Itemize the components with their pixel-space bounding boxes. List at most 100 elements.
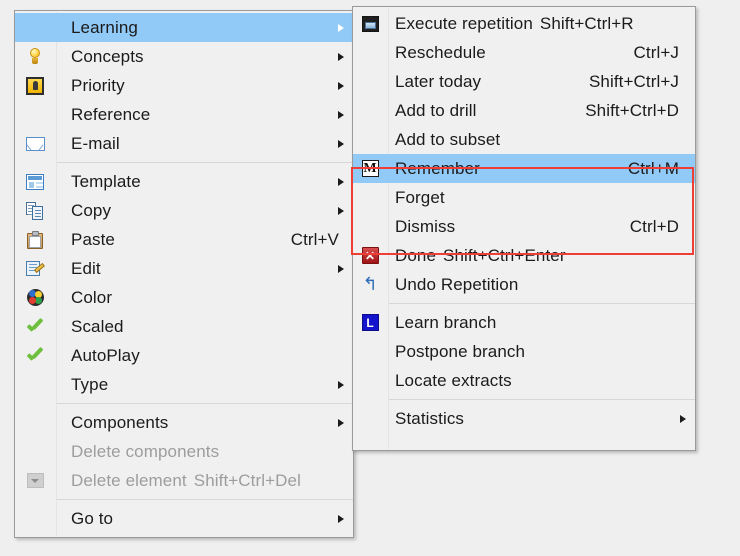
menu-item-label: Type [71,374,109,394]
menu-item-icon-slot [15,167,55,196]
menu-item-icon-slot [15,437,55,466]
copy-icon [26,201,44,220]
mail-icon [25,136,45,151]
menu-item-execute-repetition[interactable]: Execute repetition Shift+Ctrl+R [353,9,695,38]
menu-item-add-to-drill[interactable]: Add to drill Shift+Ctrl+D [353,96,695,125]
menu-item-forget[interactable]: Forget [353,183,695,212]
menu-item-learning[interactable]: Learning [15,13,353,42]
menu-item-icon-slot: ✕ [353,241,387,270]
menu-item-done[interactable]: ✕ Done Shift+Ctrl+Enter [353,241,695,270]
edit-icon [26,260,45,277]
menu-item-label: Execute repetition [395,13,533,33]
menu-item-undo-repetition[interactable]: ↰ Undo Repetition [353,270,695,299]
menu-item-go-to[interactable]: Go to [15,504,353,533]
menu-item-reference[interactable]: Reference [15,100,353,129]
menu-item-add-to-subset[interactable]: Add to subset [353,125,695,154]
menu-item-label: Delete components [71,441,220,461]
submenu-arrow-icon [338,81,344,90]
menu-item-icon-slot [15,13,55,42]
menu-item-icon-slot [15,42,55,71]
menu-item-icon-slot [15,370,55,399]
menu-item-label: Color [71,287,113,307]
menu-separator [55,162,353,163]
menu-item-later-today[interactable]: Later today Shift+Ctrl+J [353,67,695,96]
undo-icon: ↰ [362,274,378,295]
check-icon [26,319,44,334]
menu-item-paste[interactable]: Paste Ctrl+V [15,225,353,254]
menu-item-statistics[interactable]: Statistics [353,404,695,433]
learning-submenu: Execute repetition Shift+Ctrl+R Reschedule… [352,6,696,451]
menu-item-shortcut: Shift+Ctrl+Del [193,470,301,490]
menu-item-icon-slot [353,96,387,125]
menu-item-priority[interactable]: Priority [15,71,353,100]
menu-item-icon-slot [15,254,55,283]
menu-item-label: Reschedule [395,42,486,62]
menu-item-label: Template [71,171,141,191]
menu-item-delete-element: Delete element Shift+Ctrl+Del [15,466,353,495]
menu-item-label: Undo Repetition [395,274,519,294]
menu-item-icon-slot: L [353,308,387,337]
element-context-menu: Learning Concepts Priority Reference E-mail T… [14,10,354,538]
l-icon: L [361,314,379,331]
menu-item-icon-slot: ↰ [353,270,387,299]
menu-item-type[interactable]: Type [15,370,353,399]
menu-item-e-mail[interactable]: E-mail [15,129,353,158]
submenu-arrow-icon [680,414,686,423]
menu-item-label: Add to drill [395,100,477,120]
menu-item-postpone-branch[interactable]: Postpone branch [353,337,695,366]
menu-item-autoplay[interactable]: AutoPlay [15,341,353,370]
menu-item-icon-slot [15,129,55,158]
submenu-arrow-icon [338,110,344,119]
menu-item-label: Scaled [71,316,124,336]
menu-item-label: Locate extracts [395,370,512,390]
exec-icon [361,15,379,32]
submenu-arrow-icon [338,177,344,186]
menu-item-remember[interactable]: M Remember Ctrl+M [353,154,695,183]
menu-item-label: Concepts [71,46,144,66]
menu-item-label: Components [71,412,169,432]
menu-item-copy[interactable]: Copy [15,196,353,225]
menu-item-icon-slot [353,67,387,96]
dropbtn-icon [26,473,44,488]
menu-separator [55,499,353,500]
menu-item-label: Paste [71,229,115,249]
menu-item-label: Add to subset [395,129,501,149]
menu-item-icon-slot [15,504,55,533]
menu-item-icon-slot [15,312,55,341]
menu-item-reschedule[interactable]: Reschedule Ctrl+J [353,38,695,67]
menu-item-concepts[interactable]: Concepts [15,42,353,71]
menu-item-label: Learning [71,17,138,37]
menu-item-label: Delete element [71,470,187,490]
menu-item-icon-slot [15,466,55,495]
menu-item-scaled[interactable]: Scaled [15,312,353,341]
menu-item-locate-extracts[interactable]: Locate extracts [353,366,695,395]
menu-item-icon-slot [353,183,387,212]
screen-root: Learning Concepts Priority Reference E-mail T… [0,0,740,556]
menu-item-edit[interactable]: Edit [15,254,353,283]
menu-item-delete-components: Delete components [15,437,353,466]
menu-item-icon-slot [353,366,387,395]
menu-item-dismiss[interactable]: Dismiss Ctrl+D [353,212,695,241]
menu-item-icon-slot [15,283,55,312]
menu-item-icon-slot [15,408,55,437]
menu-item-label: Remember [395,158,480,178]
menu-separator [55,403,353,404]
left-menu-items: Learning Concepts Priority Reference E-mail T… [15,13,353,533]
menu-item-learn-branch[interactable]: L Learn branch [353,308,695,337]
menu-item-icon-slot [353,38,387,67]
menu-item-template[interactable]: Template [15,167,353,196]
submenu-arrow-icon [338,23,344,32]
menu-item-icon-slot [15,100,55,129]
bulb-icon [27,47,43,66]
menu-item-color[interactable]: Color [15,283,353,312]
menu-item-label: Done [395,245,437,265]
menu-item-label: AutoPlay [71,345,140,365]
menu-item-icon-slot [353,9,387,38]
submenu-arrow-icon [338,380,344,389]
menu-item-label: Priority [71,75,125,95]
menu-item-shortcut: Shift+Ctrl+J [588,71,679,91]
menu-item-label: Go to [71,508,114,528]
template-icon [26,173,44,190]
menu-item-components[interactable]: Components [15,408,353,437]
menu-item-icon-slot [15,196,55,225]
